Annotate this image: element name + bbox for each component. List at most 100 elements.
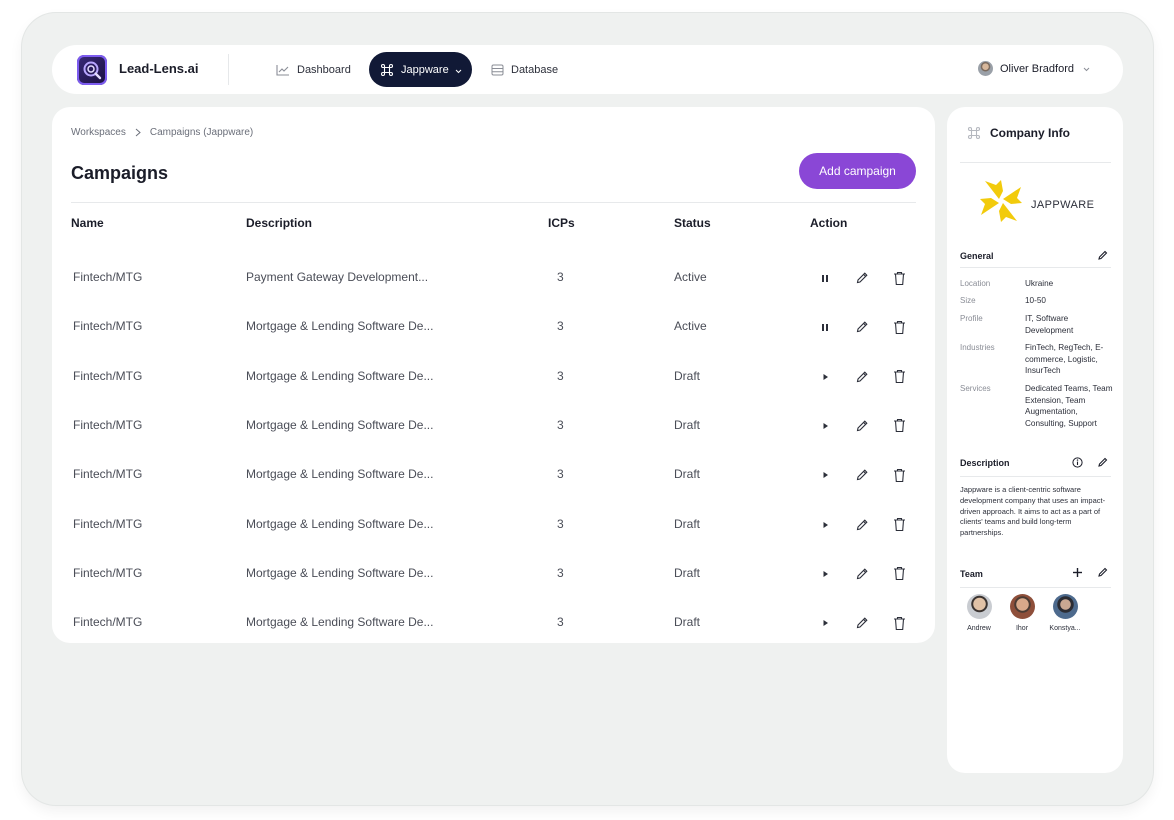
- field-value: 10-50: [1025, 296, 1046, 305]
- column-header-action: Action: [810, 216, 848, 230]
- divider: [960, 162, 1111, 163]
- campaign-status-cell: Draft: [674, 565, 701, 580]
- play-icon[interactable]: [817, 369, 833, 385]
- field-value: Dedicated Teams, Team Extension, Team Au…: [1025, 384, 1113, 428]
- section-heading-team: Team: [960, 569, 983, 579]
- table-row: Fintech/MTG Mortgage & Lending Software D…: [52, 352, 935, 401]
- column-header-name: Name: [71, 216, 104, 230]
- play-icon[interactable]: [817, 418, 833, 434]
- team-member[interactable]: Konstya...: [1045, 594, 1085, 632]
- edit-pencil-icon[interactable]: [854, 615, 870, 631]
- delete-trash-icon[interactable]: [891, 418, 907, 434]
- campaign-description-cell: Mortgage & Lending Software De...: [246, 516, 434, 531]
- edit-pencil-icon[interactable]: [854, 369, 870, 385]
- column-header-status: Status: [674, 216, 711, 230]
- column-header-description: Description: [246, 216, 313, 230]
- nav-database[interactable]: Database: [491, 52, 558, 87]
- campaign-description-cell: Mortgage & Lending Software De...: [246, 417, 434, 432]
- edit-pencil-icon[interactable]: [854, 517, 870, 533]
- user-menu[interactable]: Oliver Bradford: [978, 61, 1090, 76]
- avatar: [1009, 594, 1035, 619]
- campaign-status-cell: Active: [674, 319, 707, 334]
- edit-team-pencil-icon[interactable]: [1097, 567, 1108, 578]
- delete-trash-icon[interactable]: [891, 467, 907, 483]
- nav-dashboard[interactable]: Dashboard: [276, 52, 351, 87]
- edit-pencil-icon[interactable]: [854, 418, 870, 434]
- command-icon: [967, 126, 981, 140]
- avatar: [978, 61, 993, 76]
- team-member-name: Andrew: [967, 625, 991, 632]
- nav-workspace-label: Jappware: [401, 63, 449, 76]
- avatar: [1052, 594, 1078, 619]
- campaign-status-cell: Draft: [674, 417, 701, 432]
- play-icon[interactable]: [817, 615, 833, 631]
- campaign-name-cell: Fintech/MTG: [73, 516, 143, 531]
- info-icon[interactable]: [1072, 457, 1083, 468]
- campaign-name-cell: Fintech/MTG: [73, 615, 143, 630]
- page-title: Campaigns: [71, 163, 169, 183]
- delete-trash-icon[interactable]: [891, 369, 907, 385]
- divider: [960, 476, 1111, 477]
- divider: [960, 587, 1111, 588]
- team-member[interactable]: Andrew: [959, 594, 999, 632]
- campaign-status-cell: Draft: [674, 516, 701, 531]
- delete-trash-icon[interactable]: [891, 270, 907, 286]
- table-row: Fintech/MTG Mortgage & Lending Software D…: [52, 450, 935, 499]
- delete-trash-icon[interactable]: [891, 566, 907, 582]
- campaign-name-cell: Fintech/MTG: [73, 467, 143, 482]
- column-header-icps: ICPs: [548, 216, 575, 230]
- play-icon[interactable]: [817, 517, 833, 533]
- edit-pencil-icon[interactable]: [854, 270, 870, 286]
- command-icon: [380, 63, 394, 77]
- campaign-description-cell: Mortgage & Lending Software De...: [246, 615, 434, 630]
- play-icon[interactable]: [817, 467, 833, 483]
- section-heading-general: General: [960, 251, 994, 261]
- edit-pencil-icon[interactable]: [854, 566, 870, 582]
- field-label: Industries: [960, 343, 995, 352]
- table-row: Fintech/MTG Mortgage & Lending Software D…: [52, 598, 935, 647]
- table-row: Fintech/MTG Mortgage & Lending Software D…: [52, 549, 935, 598]
- field-label: Services: [960, 384, 991, 393]
- navbar-divider: [228, 54, 229, 85]
- field-value: FinTech, RegTech, E-commerce, Logistic, …: [1025, 343, 1104, 375]
- edit-pencil-icon[interactable]: [854, 319, 870, 335]
- campaign-name-cell: Fintech/MTG: [73, 368, 143, 383]
- campaign-status-cell: Active: [674, 270, 707, 284]
- play-icon[interactable]: [817, 566, 833, 582]
- delete-trash-icon[interactable]: [891, 517, 907, 533]
- campaign-status-cell: Draft: [674, 368, 701, 383]
- pause-icon[interactable]: [817, 270, 833, 286]
- edit-general-pencil-icon[interactable]: [1097, 250, 1108, 261]
- campaign-icps-cell: 3: [557, 319, 564, 334]
- add-campaign-button[interactable]: Add campaign: [799, 153, 916, 189]
- team-member[interactable]: Ihor: [1002, 594, 1042, 632]
- campaign-name-cell: Fintech/MTG: [73, 417, 143, 432]
- breadcrumb-current: Campaigns (Jappware): [149, 127, 254, 138]
- company-logo-icon: [977, 177, 1025, 230]
- field-value: Ukraine: [1025, 279, 1054, 288]
- campaign-description-cell: Mortgage & Lending Software De...: [246, 467, 434, 482]
- campaign-description-cell: Mortgage & Lending Software De...: [246, 565, 434, 580]
- breadcrumb-workspaces[interactable]: Workspaces: [71, 127, 126, 138]
- table-row: Fintech/MTG Mortgage & Lending Software D…: [52, 302, 935, 351]
- delete-trash-icon[interactable]: [891, 319, 907, 335]
- add-member-plus-icon[interactable]: [1072, 567, 1083, 578]
- delete-trash-icon[interactable]: [891, 615, 907, 631]
- nav-workspace-dropdown[interactable]: Jappware: [369, 52, 472, 87]
- pause-icon[interactable]: [817, 319, 833, 335]
- chevron-down-icon: [455, 65, 462, 77]
- campaign-description-cell: Mortgage & Lending Software De...: [246, 319, 434, 334]
- chevron-right-icon: [135, 128, 141, 137]
- edit-description-pencil-icon[interactable]: [1097, 457, 1108, 468]
- section-heading-description: Description: [960, 458, 1010, 468]
- edit-pencil-icon[interactable]: [854, 467, 870, 483]
- campaigns-panel: Workspaces Campaigns (Jappware) Campaign…: [52, 107, 935, 643]
- table-row: Fintech/MTG Payment Gateway Development..…: [52, 253, 935, 302]
- chart-line-icon: [276, 64, 290, 76]
- campaign-icps-cell: 3: [557, 565, 564, 580]
- app-frame: Lead-Lens.ai Dashboard Jappware Database: [22, 13, 1153, 805]
- app-logo-icon[interactable]: [77, 55, 107, 85]
- company-description: Jappware is a client-centric software de…: [960, 485, 1106, 538]
- campaign-description-cell: Payment Gateway Development...: [246, 270, 429, 284]
- team-member-name: Konstya...: [1049, 625, 1081, 632]
